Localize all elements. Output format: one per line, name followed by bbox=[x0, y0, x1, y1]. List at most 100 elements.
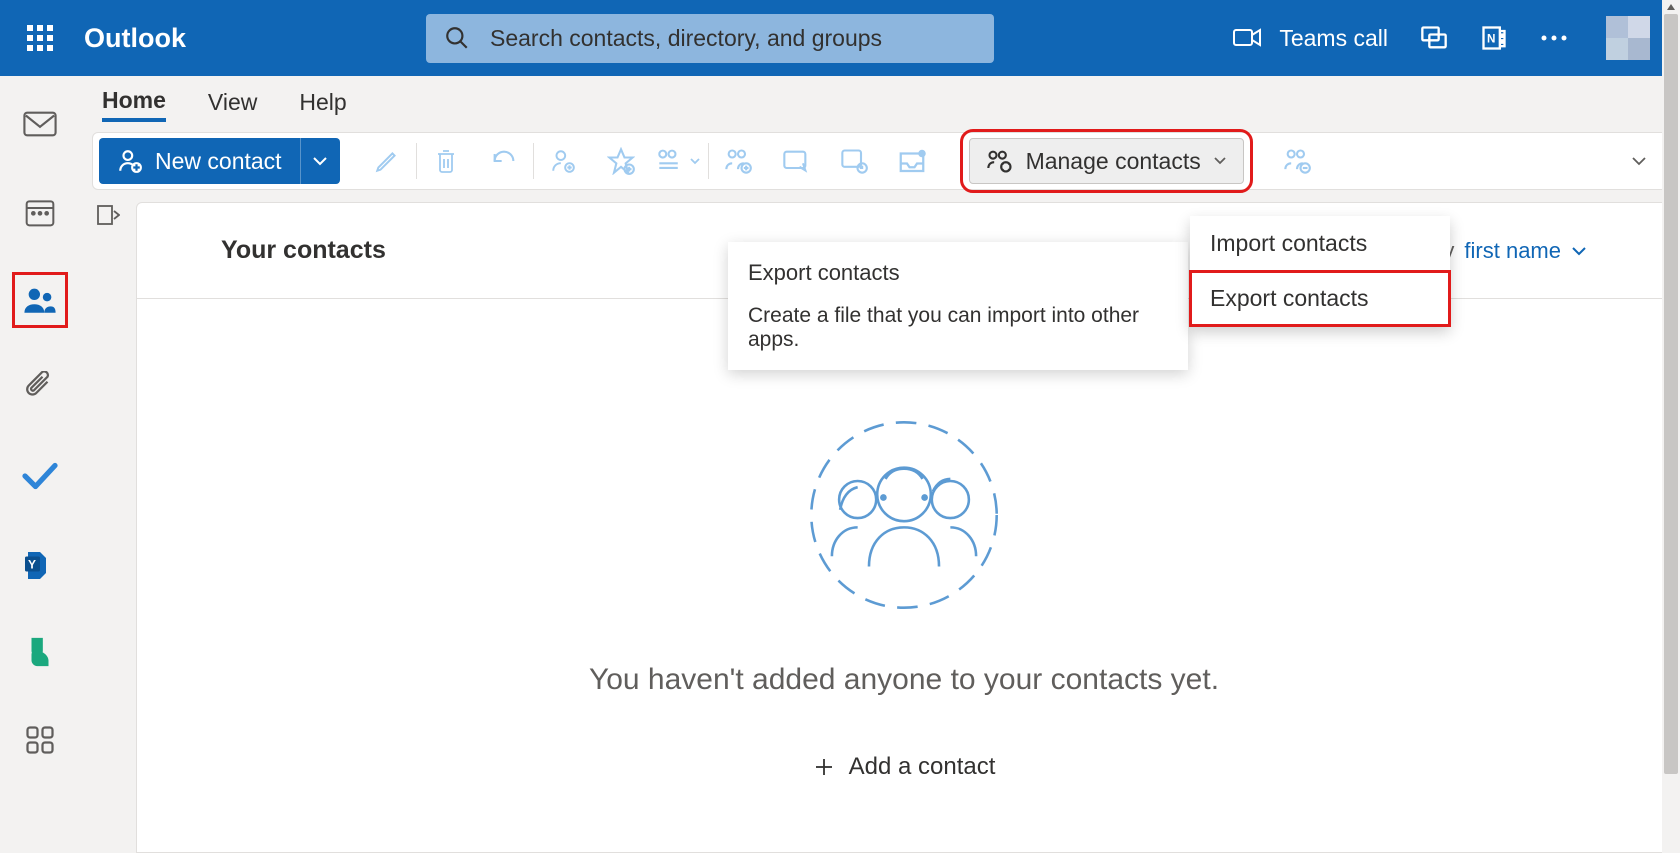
undo-icon bbox=[490, 149, 518, 173]
empty-text: You haven't added anyone to your contact… bbox=[589, 663, 1219, 697]
card-next-button[interactable] bbox=[825, 132, 883, 190]
waffle-icon bbox=[27, 25, 53, 51]
people-icon bbox=[23, 285, 57, 315]
toolbar: New contact bbox=[92, 132, 1668, 190]
nav-mail[interactable] bbox=[12, 96, 68, 152]
forward-button[interactable] bbox=[767, 132, 825, 190]
edit-button[interactable] bbox=[358, 132, 416, 190]
inbox-button[interactable] bbox=[883, 132, 941, 190]
nav-todo[interactable] bbox=[12, 448, 68, 504]
remove-person-button[interactable] bbox=[1268, 132, 1326, 190]
brand-label: Outlook bbox=[84, 23, 186, 54]
tooltip-title: Export contacts bbox=[748, 260, 1168, 286]
nav-yammer[interactable]: Y bbox=[12, 536, 68, 592]
page-scrollbar[interactable] bbox=[1662, 0, 1680, 853]
yammer-icon: Y bbox=[22, 546, 58, 582]
body-row: Y Home View Help New contact bbox=[0, 76, 1680, 853]
chevron-down-icon bbox=[312, 156, 328, 166]
onenote-icon: N bbox=[1480, 24, 1508, 52]
menu-export-contacts[interactable]: Export contacts bbox=[1190, 271, 1450, 326]
card-forward-icon bbox=[782, 149, 810, 173]
toolbar-overflow-button[interactable] bbox=[1617, 155, 1661, 167]
nav-rail: Y bbox=[0, 76, 80, 853]
sort-by-button[interactable]: By first name bbox=[1429, 238, 1587, 264]
header-right: Teams call N bbox=[1233, 10, 1680, 66]
person-plus-icon bbox=[117, 148, 143, 174]
chat-button[interactable] bbox=[1420, 24, 1448, 52]
collapse-pane bbox=[80, 190, 136, 853]
add-favorite-button[interactable] bbox=[592, 132, 650, 190]
onenote-button[interactable]: N bbox=[1480, 24, 1508, 52]
menu-import-contacts[interactable]: Import contacts bbox=[1190, 216, 1450, 271]
chevron-down-icon bbox=[1571, 245, 1587, 257]
tab-help[interactable]: Help bbox=[299, 89, 346, 120]
checkmark-icon bbox=[22, 462, 58, 490]
plus-icon bbox=[813, 756, 835, 778]
group-minus-icon bbox=[1283, 148, 1311, 174]
ellipsis-icon bbox=[1540, 33, 1568, 43]
add-favorite-person-button[interactable] bbox=[534, 132, 592, 190]
bookings-icon bbox=[25, 635, 55, 669]
people-plus-button[interactable] bbox=[709, 132, 767, 190]
new-contact-dropdown[interactable] bbox=[300, 138, 340, 184]
content: Home View Help New contact bbox=[80, 76, 1680, 853]
expand-icon bbox=[96, 204, 120, 226]
delete-button[interactable] bbox=[417, 132, 475, 190]
teams-call-button[interactable]: Teams call bbox=[1233, 25, 1388, 52]
search-box[interactable] bbox=[426, 14, 994, 63]
export-tooltip: Export contacts Create a file that you c… bbox=[728, 242, 1188, 370]
svg-text:N: N bbox=[1487, 33, 1495, 46]
undo-button[interactable] bbox=[475, 132, 533, 190]
svg-text:Y: Y bbox=[28, 558, 36, 572]
more-button[interactable] bbox=[1540, 33, 1568, 43]
mail-icon bbox=[23, 111, 57, 137]
nav-people[interactable] bbox=[12, 272, 68, 328]
inbox-icon bbox=[897, 148, 927, 174]
app-launcher-button[interactable] bbox=[0, 0, 80, 76]
nav-calendar[interactable] bbox=[12, 184, 68, 240]
nav-bookings[interactable] bbox=[12, 624, 68, 680]
new-contact-main[interactable]: New contact bbox=[99, 138, 300, 184]
new-contact-button[interactable]: New contact bbox=[99, 138, 340, 184]
trash-icon bbox=[434, 147, 458, 175]
star-plus-icon bbox=[607, 147, 635, 175]
apps-grid-icon bbox=[25, 725, 55, 755]
search-input[interactable] bbox=[490, 25, 976, 52]
chat-icon bbox=[1420, 24, 1448, 52]
account-avatar[interactable] bbox=[1600, 10, 1656, 66]
manage-contacts-menu: Import contacts Export contacts bbox=[1190, 216, 1450, 326]
tooltip-body: Create a file that you can import into o… bbox=[748, 304, 1168, 352]
video-icon bbox=[1233, 27, 1261, 49]
teams-call-label: Teams call bbox=[1279, 25, 1388, 52]
group-plus-icon bbox=[724, 148, 752, 174]
chevron-down-icon bbox=[1631, 155, 1647, 167]
chevron-down-icon bbox=[689, 157, 701, 165]
search-icon bbox=[444, 25, 470, 51]
people-gear-icon bbox=[986, 149, 1014, 173]
app-header: Outlook Teams call N bbox=[0, 0, 1680, 76]
nav-more-apps[interactable] bbox=[12, 712, 68, 768]
scroll-thumb[interactable] bbox=[1664, 14, 1678, 774]
add-contact-link[interactable]: Add a contact bbox=[813, 753, 996, 781]
expand-button[interactable] bbox=[96, 204, 120, 853]
add-contact-label: Add a contact bbox=[849, 753, 996, 781]
card-next-icon bbox=[840, 148, 868, 174]
tab-view[interactable]: View bbox=[208, 89, 257, 120]
tab-home[interactable]: Home bbox=[102, 87, 166, 122]
manage-contacts-button[interactable]: Manage contacts bbox=[969, 138, 1244, 184]
calendar-icon bbox=[24, 196, 56, 228]
chevron-down-icon bbox=[1213, 156, 1227, 166]
panel-title: Your contacts bbox=[221, 236, 386, 265]
nav-files[interactable] bbox=[12, 360, 68, 416]
people-illustration-icon bbox=[801, 417, 1007, 613]
pencil-icon bbox=[374, 148, 400, 174]
tab-bar: Home View Help bbox=[80, 76, 1680, 132]
people-list-icon bbox=[657, 149, 687, 173]
new-contact-label: New contact bbox=[155, 148, 282, 175]
manage-contacts-label: Manage contacts bbox=[1026, 148, 1201, 175]
avatar-icon bbox=[1606, 16, 1650, 60]
empty-state: You haven't added anyone to your contact… bbox=[137, 299, 1671, 852]
person-add-icon bbox=[550, 148, 576, 174]
add-to-list-button[interactable] bbox=[650, 132, 708, 190]
sort-by-value: first name bbox=[1464, 238, 1561, 264]
